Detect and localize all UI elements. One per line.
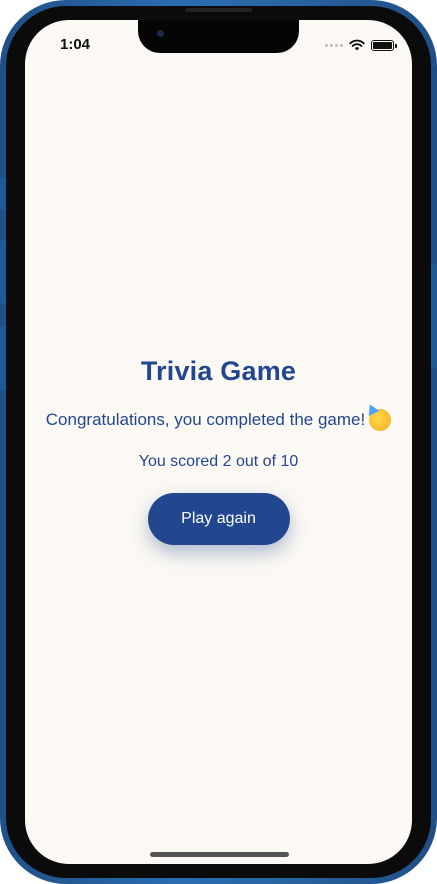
play-again-button[interactable]: Play again	[147, 493, 290, 545]
earpiece-speaker	[185, 8, 252, 12]
power-button	[431, 264, 437, 368]
app-screen: 1:04 Trivia Game Congratulations, you co…	[25, 20, 412, 864]
completion-message-text: Congratulations, you completed the game!	[45, 410, 366, 429]
main-content: Trivia Game Congratulations, you complet…	[25, 20, 412, 864]
score-text: You scored 2 out of 10	[138, 453, 299, 470]
completion-message: Congratulations, you completed the game!	[45, 409, 392, 431]
device-frame: 1:04 Trivia Game Congratulations, you co…	[0, 0, 437, 884]
home-indicator[interactable]	[150, 852, 289, 857]
party-face-icon	[369, 409, 392, 431]
page-title: Trivia Game	[140, 356, 297, 386]
